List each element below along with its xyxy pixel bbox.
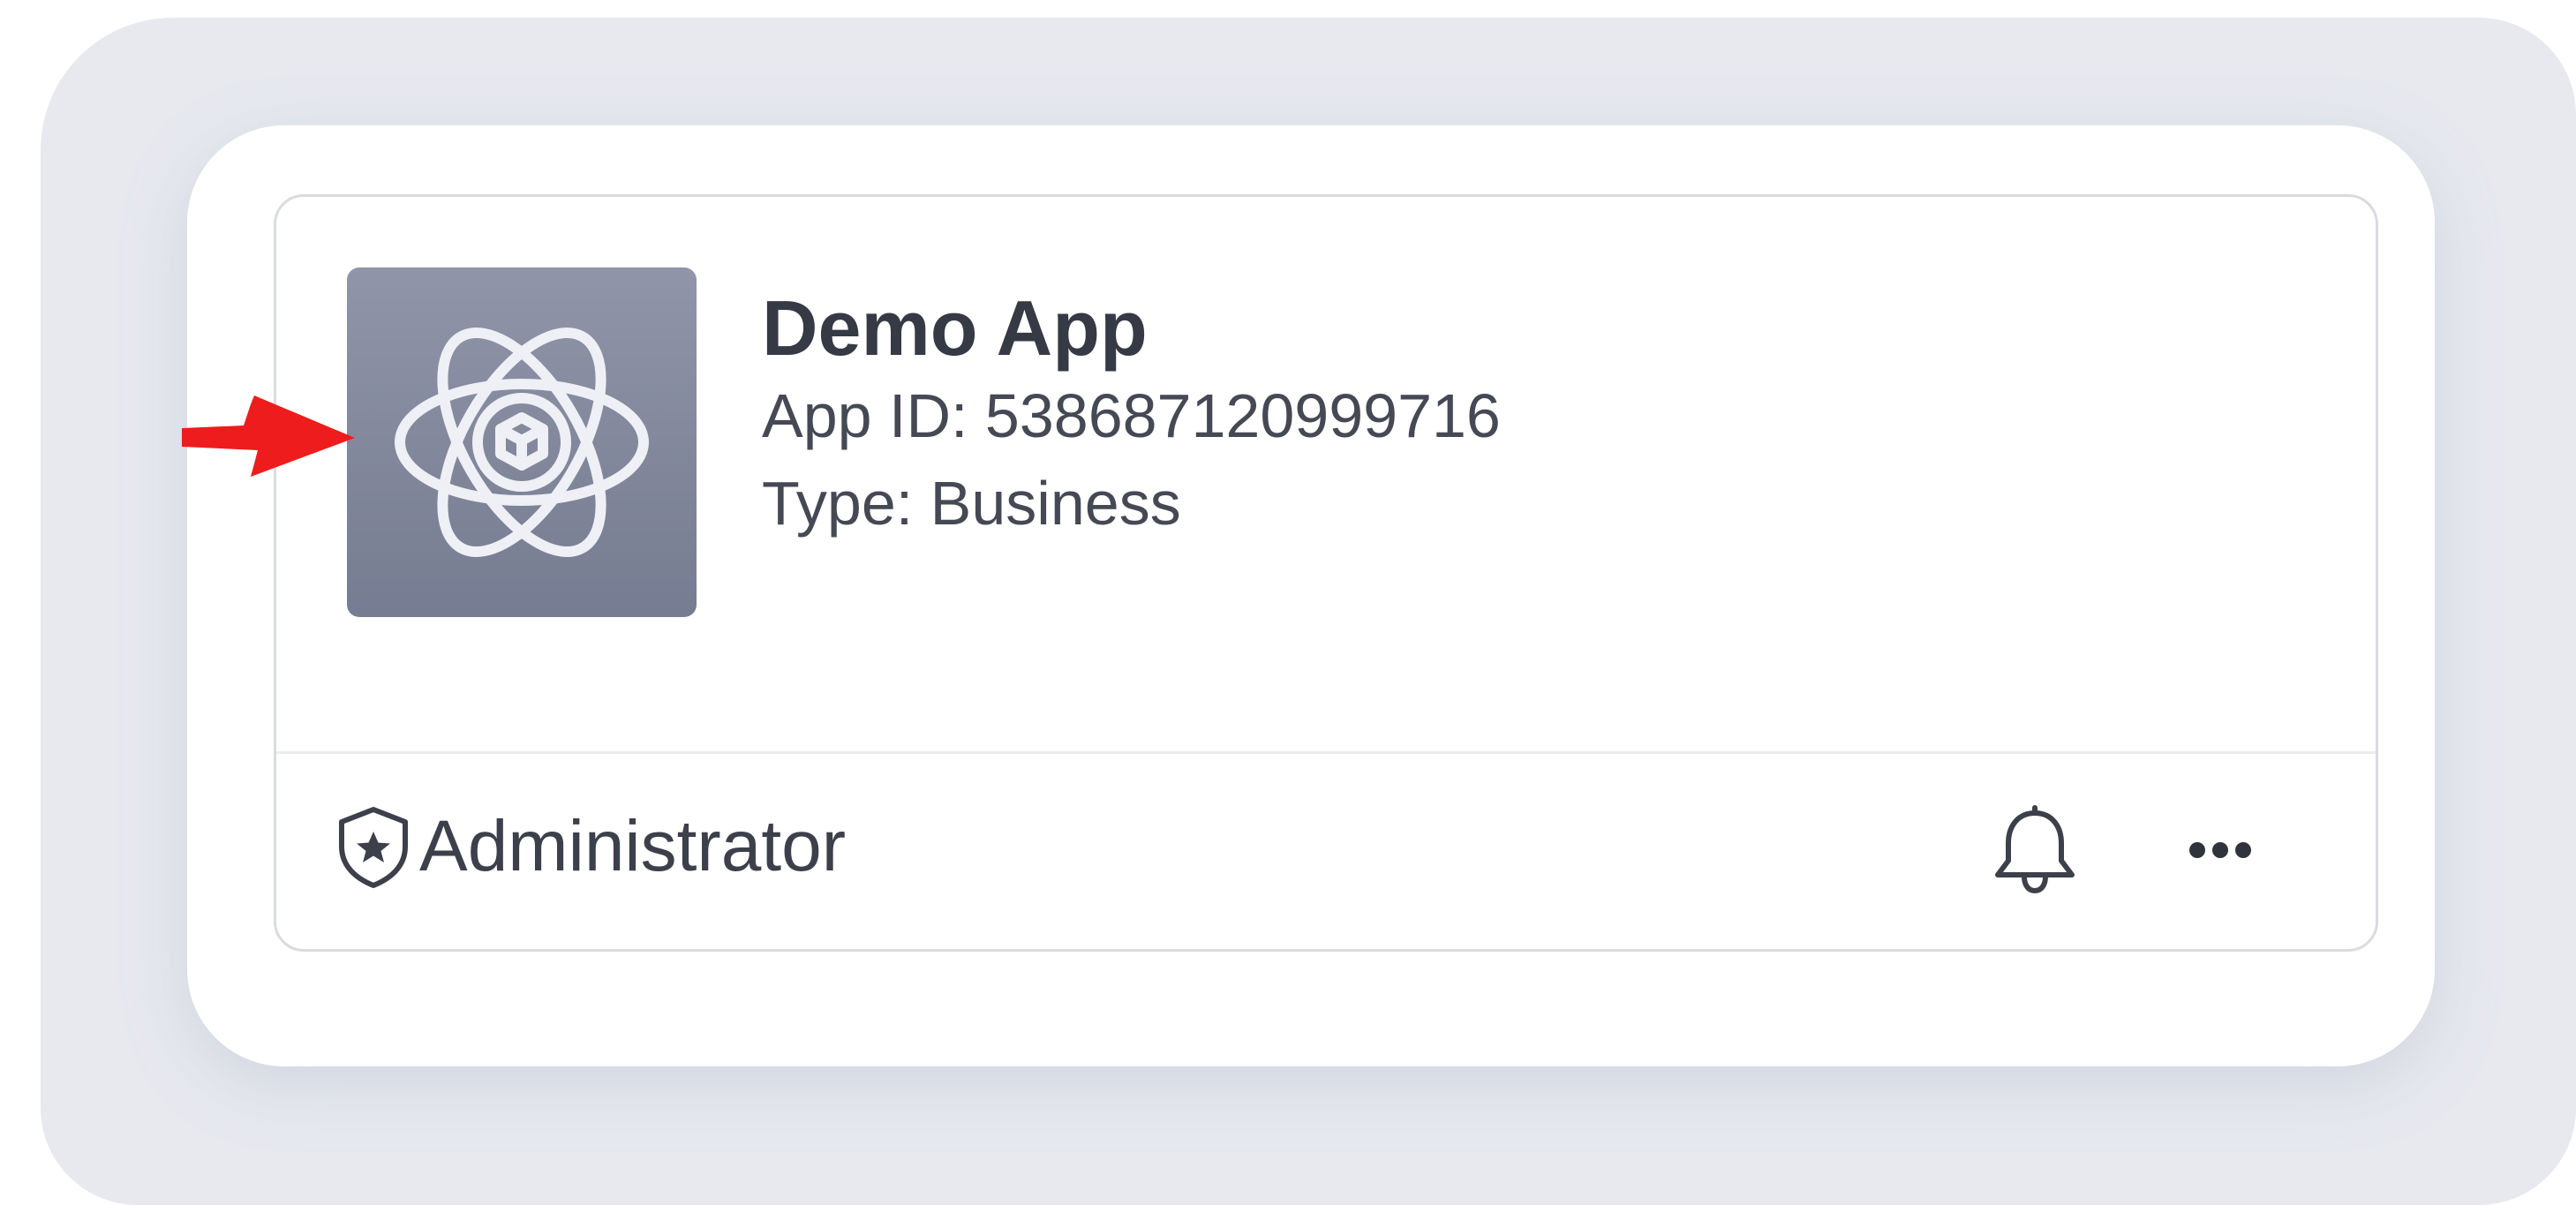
card-divider — [276, 751, 2376, 754]
shield-star-icon — [339, 807, 408, 888]
app-name: Demo App — [762, 284, 1148, 372]
bell-icon[interactable] — [1982, 795, 2088, 901]
red-arrow-icon — [182, 395, 355, 477]
app-icon[interactable] — [347, 267, 697, 617]
app-card[interactable]: Demo App App ID: 538687120999716 Type: B… — [274, 194, 2378, 952]
more-horizontal-icon[interactable] — [2167, 806, 2273, 894]
atom-cube-icon — [395, 328, 649, 557]
role-label: Administrator — [419, 806, 847, 886]
app-type: Type: Business — [762, 469, 1181, 538]
role-badge: Administrator — [333, 804, 846, 889]
app-id: App ID: 538687120999716 — [762, 381, 1501, 450]
